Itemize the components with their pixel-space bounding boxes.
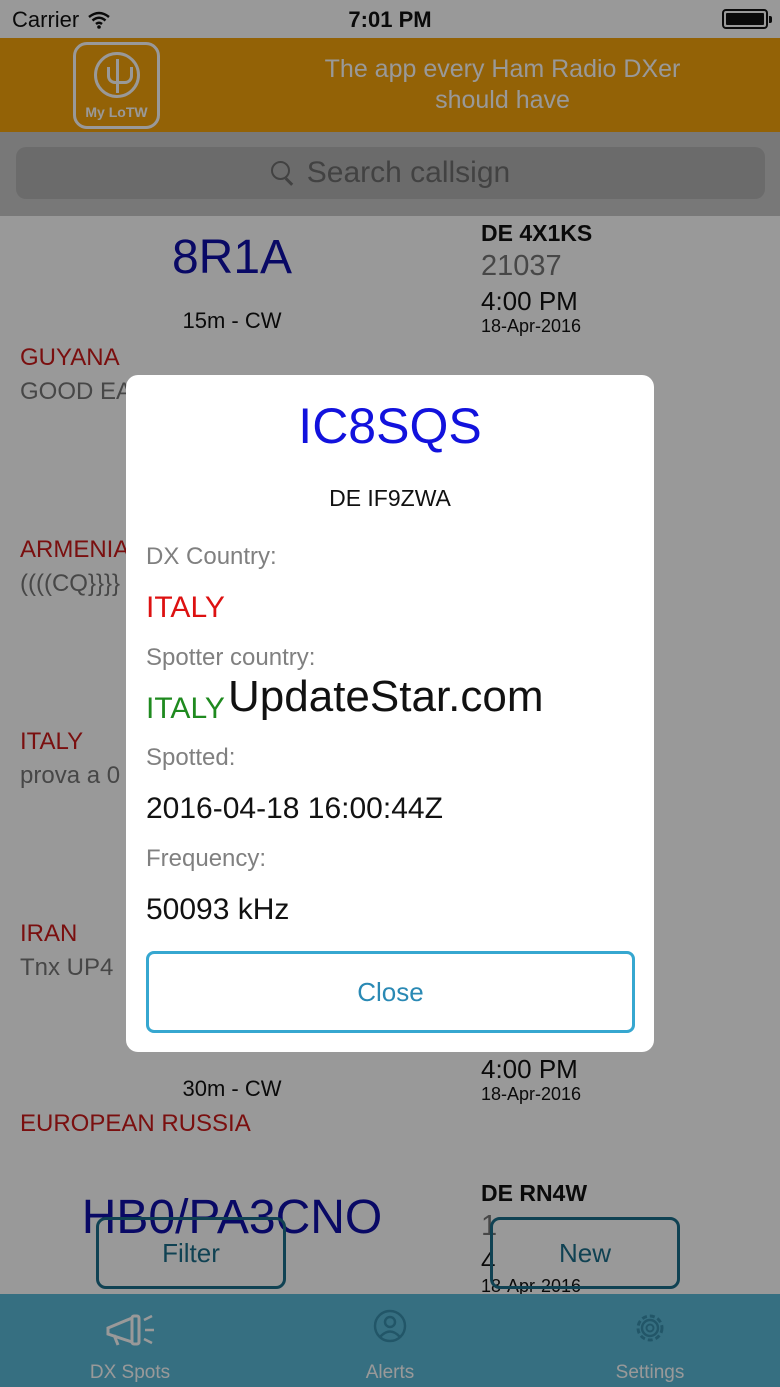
spotter-country-value: ITALY xyxy=(146,692,225,725)
close-button[interactable]: Close xyxy=(146,951,635,1033)
dx-country-value: ITALY xyxy=(146,591,225,624)
watermark-text: UpdateStar.com xyxy=(228,672,544,721)
dialog-callsign: IC8SQS xyxy=(298,398,482,454)
dialog-spotter: DE IF9ZWA xyxy=(329,485,451,511)
spotter-country-label: Spotter country: xyxy=(146,644,316,671)
spotted-value: 2016-04-18 16:00:44Z xyxy=(146,792,443,825)
frequency-label: Frequency: xyxy=(146,845,267,872)
frequency-value: 50093 kHz xyxy=(146,893,290,926)
spotted-label: Spotted: xyxy=(146,744,236,771)
dx-country-label: DX Country: xyxy=(146,543,277,570)
